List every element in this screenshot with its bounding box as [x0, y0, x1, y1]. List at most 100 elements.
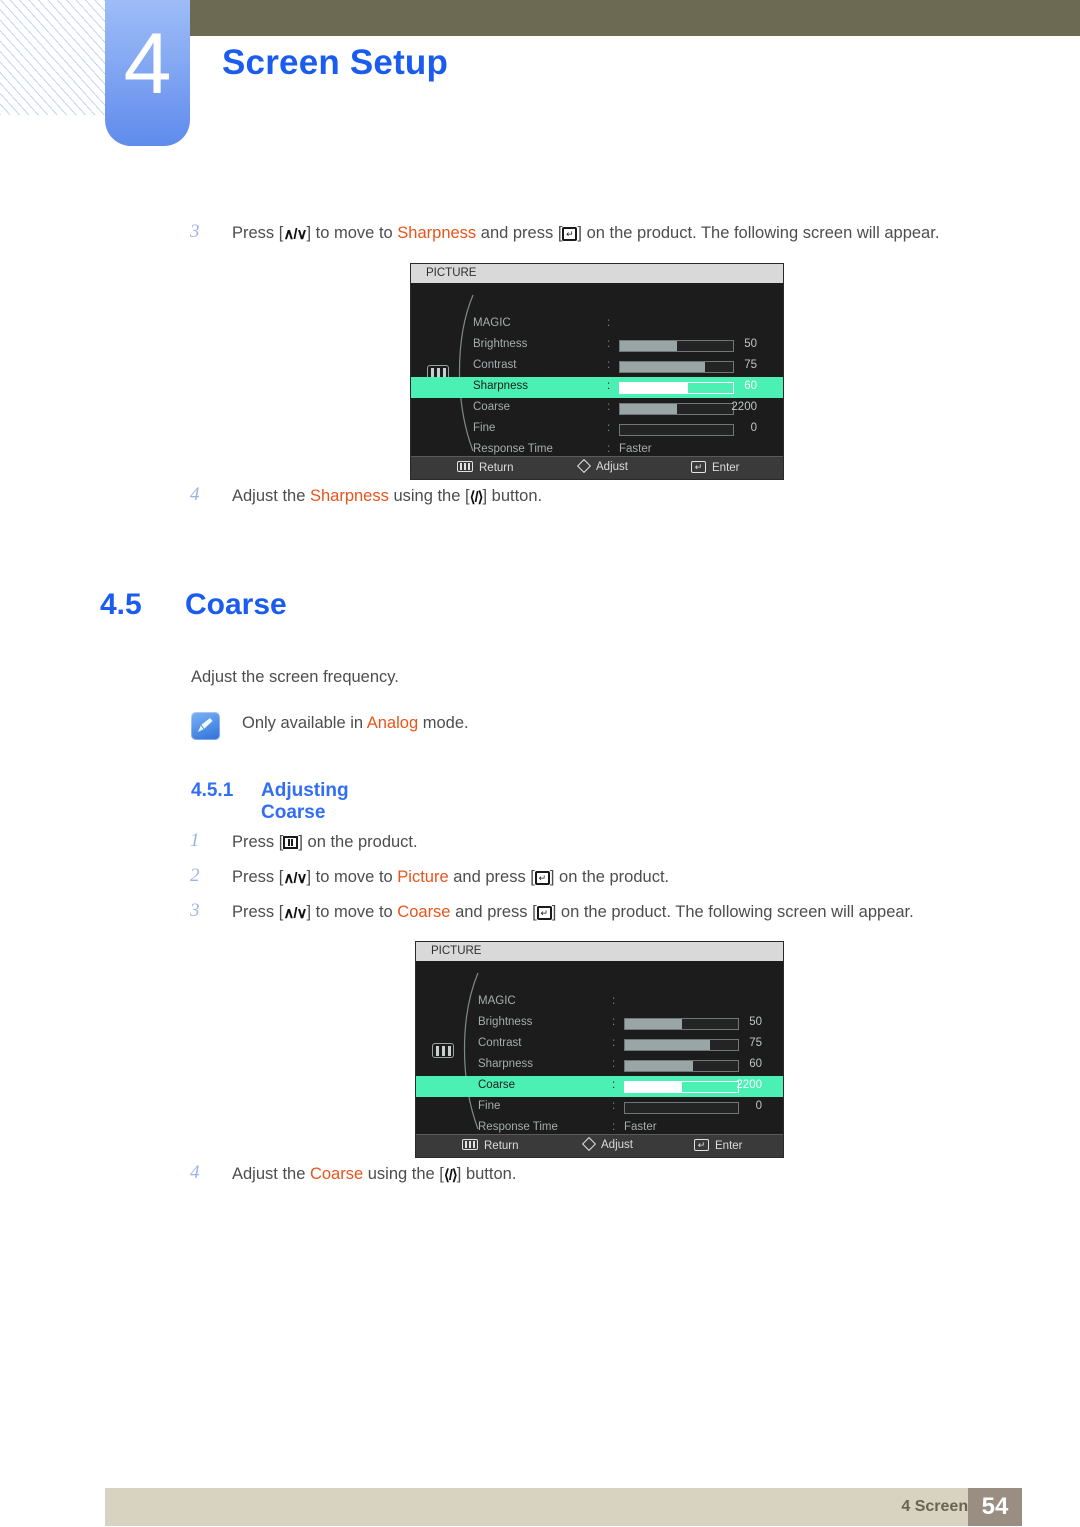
- osd-row-selected[interactable]: Sharpness : 60: [411, 377, 783, 398]
- osd-enter-label: Enter: [715, 1140, 743, 1152]
- osd-row-label: MAGIC: [473, 317, 511, 329]
- note-icon: [191, 712, 220, 740]
- osd-adjust-hint[interactable]: Adjust: [581, 1136, 633, 1152]
- enter-key-icon: ↵: [534, 871, 550, 885]
- note-text-post: mode.: [418, 714, 469, 732]
- osd-row[interactable]: Contrast : 75: [411, 356, 783, 377]
- osd-row-label: Coarse: [478, 1079, 516, 1091]
- step-text-post: ] button.: [456, 1165, 517, 1183]
- osd-row-value: Faster: [624, 1121, 657, 1133]
- osd-row-colon: :: [607, 338, 611, 350]
- note-text-pre: Only available in: [242, 714, 367, 732]
- step-text-pre: Press [: [232, 224, 284, 242]
- osd-row[interactable]: MAGIC :: [411, 314, 783, 335]
- osd-menu-coarse: PICTURE MAGIC : Brightness : 50 Contrast…: [416, 942, 783, 1157]
- osd-menu-sharpness: PICTURE MAGIC : Brightness : 50 Contrast…: [411, 264, 783, 479]
- osd-row-value: 2200: [731, 401, 757, 413]
- osd-row-selected[interactable]: Coarse : 2200: [416, 1076, 783, 1097]
- osd-row-value: 0: [755, 1100, 762, 1112]
- osd-row-bar-fill: [620, 404, 677, 414]
- osd-row-value: 50: [749, 1016, 762, 1028]
- osd-title: PICTURE: [411, 264, 783, 283]
- osd-row-label: Response Time: [478, 1121, 558, 1133]
- osd-row-colon: :: [612, 1100, 616, 1112]
- osd-row-colon: :: [612, 1121, 616, 1133]
- updown-key-icon: ∧/∨: [283, 870, 307, 887]
- osd-row-colon: :: [607, 380, 611, 392]
- osd-enter-label: Enter: [712, 462, 740, 474]
- osd-enter-hint[interactable]: ↵ Enter: [691, 461, 740, 474]
- osd-row-colon: :: [607, 401, 611, 413]
- step-text-pre: Press [: [232, 868, 284, 886]
- osd-row-label: Coarse: [473, 401, 511, 413]
- osd-row-colon: :: [612, 1037, 616, 1049]
- step-text-pre: Adjust the: [232, 487, 310, 505]
- osd-row-label: Brightness: [478, 1016, 533, 1028]
- osd-row-value: 60: [744, 380, 757, 392]
- step-text-post: ] on the product.: [549, 868, 670, 886]
- step-text: Press [] on the product.: [232, 831, 418, 853]
- osd-return-hint[interactable]: Return: [462, 1139, 519, 1152]
- step-item: 4 Adjust the Sharpness using the [⟨/⟩] b…: [190, 484, 542, 509]
- osd-adjust-hint[interactable]: Adjust: [576, 458, 628, 474]
- menu-icon: [457, 461, 473, 472]
- menu-key-icon: [283, 836, 299, 849]
- step-text: Press [∧/∨] to move to Sharpness and pre…: [232, 222, 939, 246]
- osd-row-bar-fill: [625, 1082, 682, 1092]
- step-text-mid1: using the [: [363, 1165, 444, 1183]
- osd-row-label: Contrast: [473, 359, 517, 371]
- step-text: Adjust the Coarse using the [⟨/⟩] button…: [232, 1163, 516, 1187]
- osd-row-value: 0: [750, 422, 757, 434]
- header-olive-bar: [190, 0, 1080, 36]
- step-text: Press [∧/∨] to move to Coarse and press …: [232, 901, 914, 925]
- subsection-number: 4.5.1: [191, 780, 234, 801]
- osd-row-bar-fill: [620, 383, 688, 393]
- updown-key-icon: ∧/∨: [283, 226, 307, 243]
- osd-enter-hint[interactable]: ↵ Enter: [694, 1139, 743, 1152]
- subsection-title: Adjusting Coarse: [261, 780, 349, 823]
- step-item: 1 Press [] on the product.: [190, 830, 418, 853]
- osd-row-label: Response Time: [473, 443, 553, 455]
- osd-row[interactable]: MAGIC :: [416, 992, 783, 1013]
- updown-key-icon: ∧/∨: [283, 905, 307, 922]
- osd-row-label: Fine: [478, 1100, 501, 1112]
- osd-row-bar-fill: [620, 341, 677, 351]
- osd-row-value: 50: [744, 338, 757, 350]
- osd-row[interactable]: Brightness : 50: [411, 335, 783, 356]
- leftright-key-icon: ⟨/⟩: [469, 489, 484, 506]
- footer-page-number: 54: [968, 1488, 1022, 1526]
- osd-row-bar-fill: [620, 362, 705, 372]
- step-target-term: Coarse: [309, 1165, 364, 1183]
- diamond-icon: [581, 1136, 597, 1152]
- osd-row-colon: :: [612, 1079, 616, 1091]
- osd-row[interactable]: Fine : 0: [416, 1097, 783, 1118]
- osd-row[interactable]: Fine : 0: [411, 419, 783, 440]
- step-target-term: Picture: [397, 868, 449, 886]
- step-target-term: Coarse: [397, 903, 451, 921]
- osd-row-label: Brightness: [473, 338, 528, 350]
- osd-row-bar-fill: [625, 1019, 682, 1029]
- step-text-mid1: using the [: [388, 487, 470, 505]
- osd-row-value: 2200: [736, 1079, 762, 1091]
- step-number: 3: [190, 221, 200, 242]
- osd-body: MAGIC : Brightness : 50 Contrast : 75 Sh…: [411, 283, 783, 471]
- osd-row[interactable]: Contrast : 75: [416, 1034, 783, 1055]
- osd-title: PICTURE: [416, 942, 783, 961]
- header-hatch-decoration: [0, 0, 105, 115]
- page-header: 4 Screen Setup: [0, 0, 1080, 148]
- step-text: Adjust the Sharpness using the [⟨/⟩] but…: [232, 485, 542, 509]
- osd-row[interactable]: Coarse : 2200: [411, 398, 783, 419]
- chapter-title: Screen Setup: [222, 43, 449, 82]
- note-highlight: Analog: [366, 714, 419, 732]
- section-description: Adjust the screen frequency.: [191, 668, 399, 686]
- osd-row[interactable]: Sharpness : 60: [416, 1055, 783, 1076]
- step-number: 4: [190, 1162, 200, 1183]
- step-text-mid1: ] to move to: [306, 224, 398, 242]
- step-number: 4: [190, 484, 200, 505]
- osd-return-hint[interactable]: Return: [457, 461, 514, 474]
- osd-row-value: 75: [749, 1037, 762, 1049]
- osd-row[interactable]: Brightness : 50: [416, 1013, 783, 1034]
- step-text-post: ] button.: [482, 487, 543, 505]
- osd-row-value: Faster: [619, 443, 652, 455]
- osd-row-bar-fill: [625, 1061, 693, 1071]
